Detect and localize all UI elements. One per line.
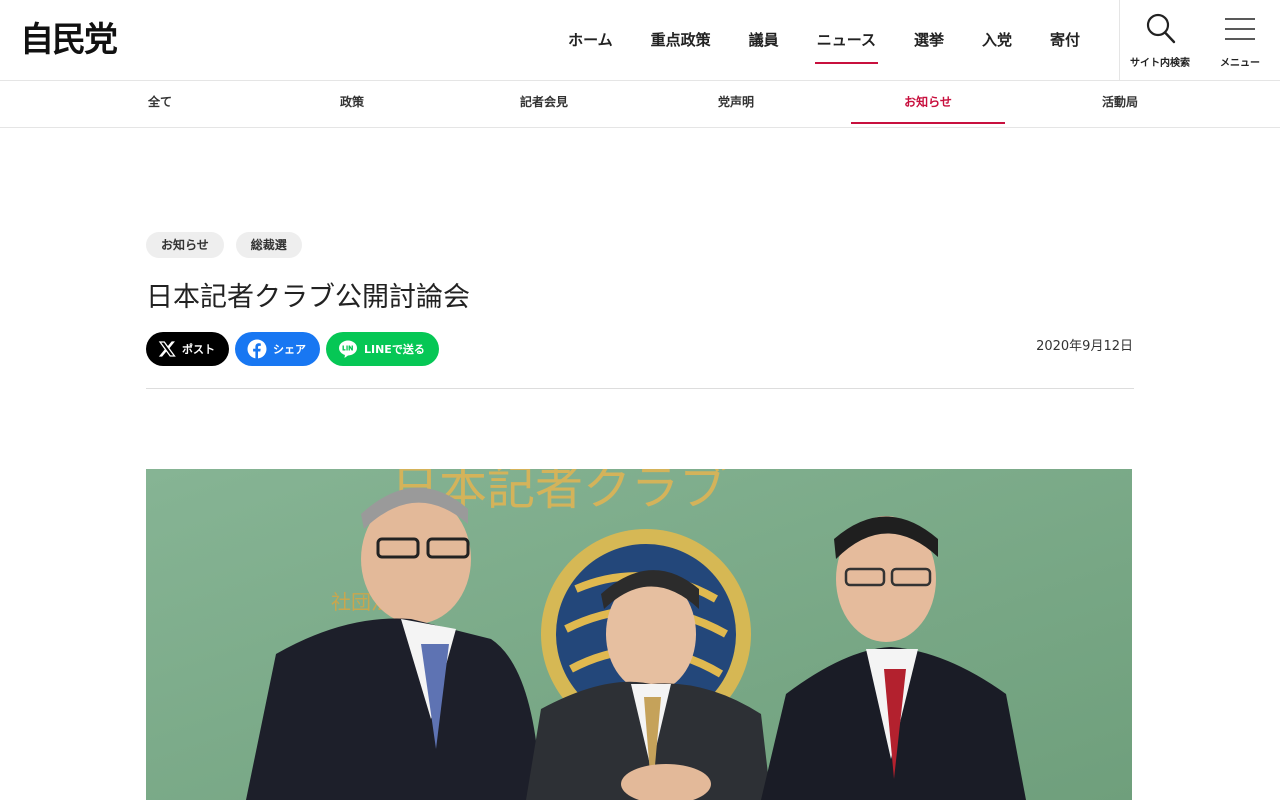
nav-news[interactable]: ニュース [814, 0, 879, 80]
article-photo: 日本記者クラブ 社団法人 [146, 469, 1132, 800]
site-header: 自民党 ホーム 重点政策 議員 ニュース 選挙 入党 寄付 サイト内検索 メニュ… [0, 0, 1280, 81]
hamburger-icon [1225, 18, 1255, 40]
category-notices[interactable]: お知らせ [851, 81, 1005, 127]
x-logo-icon [158, 341, 176, 357]
share-line-label: LINEで送る [364, 343, 425, 356]
facebook-icon [247, 339, 267, 359]
divider [146, 388, 1134, 389]
nav-election[interactable]: 選挙 [914, 0, 944, 80]
header-tools: サイト内検索 メニュー [1119, 0, 1280, 80]
article-title: 日本記者クラブ公開討論会 [146, 282, 470, 313]
publish-date: 2020年9月12日 [1036, 339, 1133, 354]
menu-button[interactable]: メニュー [1200, 0, 1280, 80]
share-line-button[interactable]: LINEで送る [326, 332, 439, 366]
category-all[interactable]: 全て [83, 81, 237, 127]
share-facebook-button[interactable]: シェア [235, 332, 320, 366]
share-x-button[interactable]: ポスト [146, 332, 229, 366]
category-nav: 全て 政策 記者会見 党声明 お知らせ 活動局 [0, 81, 1280, 128]
share-facebook-label: シェア [273, 343, 306, 356]
line-icon [339, 340, 357, 358]
category-statements[interactable]: 党声明 [659, 81, 813, 127]
nav-home[interactable]: ホーム [568, 0, 613, 80]
nav-join[interactable]: 入党 [982, 0, 1012, 80]
menu-label: メニュー [1220, 58, 1260, 69]
category-policy[interactable]: 政策 [275, 81, 429, 127]
share-x-label: ポスト [182, 343, 215, 356]
category-activities[interactable]: 活動局 [1043, 81, 1197, 127]
article-tags: お知らせ 総裁選 [146, 232, 302, 258]
nav-policy[interactable]: 重点政策 [651, 0, 711, 80]
tag-notices[interactable]: お知らせ [146, 232, 224, 258]
category-press-conference[interactable]: 記者会見 [467, 81, 621, 127]
search-label: サイト内検索 [1130, 58, 1190, 69]
nav-members[interactable]: 議員 [749, 0, 779, 80]
search-button[interactable]: サイト内検索 [1120, 0, 1200, 80]
main-nav: ホーム 重点政策 議員 ニュース 選挙 入党 寄付 [530, 0, 1080, 80]
share-buttons: ポスト シェア LINEで送る [146, 332, 439, 366]
nav-donate[interactable]: 寄付 [1050, 0, 1080, 80]
search-icon [1146, 13, 1176, 44]
photo-illustration: 日本記者クラブ 社団法人 [146, 469, 1132, 800]
tag-presidential-election[interactable]: 総裁選 [235, 232, 302, 258]
site-logo[interactable]: 自民党 [20, 22, 118, 58]
